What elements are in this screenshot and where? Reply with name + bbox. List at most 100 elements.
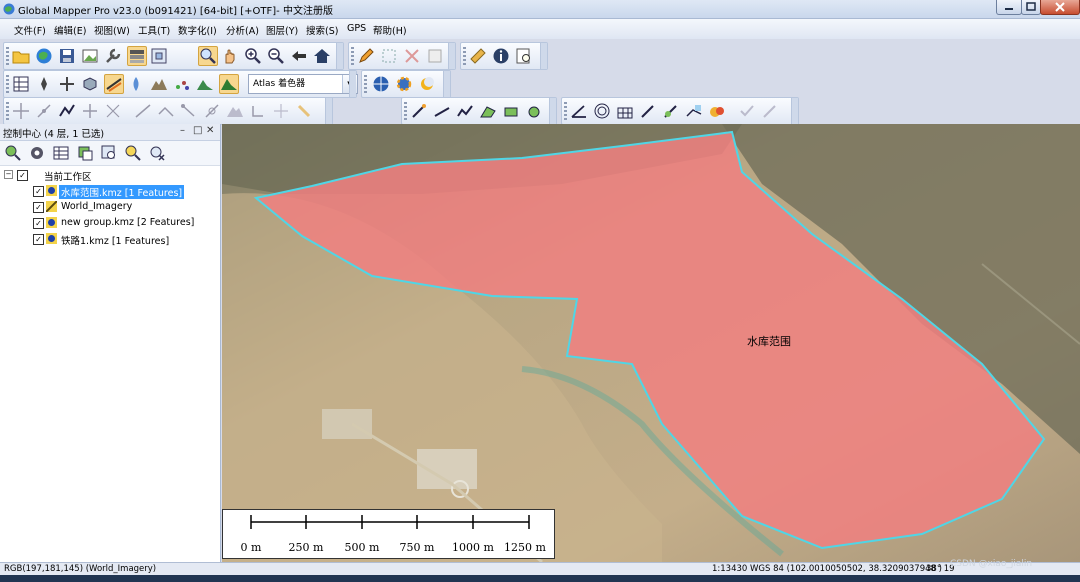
online-data-globe-icon[interactable] xyxy=(372,75,390,93)
shader-select[interactable]: Atlas 着色器 ▼ xyxy=(248,74,358,94)
node-edit-icon[interactable] xyxy=(203,102,221,120)
draw-polyline-icon[interactable] xyxy=(456,102,474,120)
draw-point-icon[interactable] xyxy=(410,102,428,120)
check-edit-icon[interactable] xyxy=(738,102,756,120)
restore-button[interactable] xyxy=(1021,0,1041,15)
lidar-icon[interactable] xyxy=(173,75,191,93)
rotate-icon[interactable] xyxy=(272,102,290,120)
move-vertex-icon[interactable] xyxy=(12,102,30,120)
toolbar-overflow[interactable] xyxy=(349,71,356,97)
menu-layer[interactable]: 图层(Y) xyxy=(266,23,298,37)
layer-checkbox[interactable]: ✓ xyxy=(33,202,44,213)
toolbar-overflow[interactable] xyxy=(791,98,798,124)
edit-line-icon[interactable] xyxy=(58,102,76,120)
properties-icon[interactable] xyxy=(426,47,444,65)
overview-map-icon[interactable] xyxy=(150,47,168,65)
draw-area-icon[interactable] xyxy=(479,102,497,120)
reshape-icon[interactable] xyxy=(180,102,198,120)
layer-row[interactable]: ✓ new group.kmz [2 Features] xyxy=(30,216,220,231)
menu-help[interactable]: 帮助(H) xyxy=(373,23,407,37)
attribute-edit-icon[interactable] xyxy=(761,102,779,120)
shader-icon[interactable] xyxy=(219,74,239,94)
map-view[interactable]: 水库范围 xyxy=(222,124,1080,562)
close-layer-icon[interactable] xyxy=(148,144,166,162)
layer-checkbox[interactable]: ✓ xyxy=(33,234,44,245)
layer-row[interactable]: ✓ World_Imagery xyxy=(30,200,220,215)
root-checkbox[interactable]: ✓ xyxy=(17,170,28,181)
crosshair-icon[interactable] xyxy=(81,102,99,120)
add-layer-icon[interactable] xyxy=(76,144,94,162)
menu-edit[interactable]: 编辑(E) xyxy=(54,23,86,37)
feature-label-icon[interactable] xyxy=(708,102,726,120)
menu-analysis[interactable]: 分析(A) xyxy=(226,23,259,37)
mountain-icon[interactable] xyxy=(226,102,244,120)
menu-digitize[interactable]: 数字化(I) xyxy=(178,23,217,37)
toolbar-grip[interactable] xyxy=(564,102,567,120)
wrench-icon[interactable] xyxy=(104,47,122,65)
toolbar-grip[interactable] xyxy=(6,102,9,120)
zoom-box-icon[interactable] xyxy=(198,46,218,66)
tree-root[interactable]: − ✓ 当前工作区 xyxy=(4,168,204,183)
toolbar-overflow[interactable] xyxy=(540,43,547,69)
toolbar-grip[interactable] xyxy=(404,102,407,120)
buffer-icon[interactable] xyxy=(662,102,680,120)
zoom-in-icon[interactable] xyxy=(244,47,262,65)
toolbar-grip[interactable] xyxy=(6,47,9,65)
toolbar-overflow[interactable] xyxy=(443,71,450,97)
menu-file[interactable]: 文件(F) xyxy=(14,23,46,37)
delete-x-icon[interactable] xyxy=(403,47,421,65)
layer-row[interactable]: ✓ 铁路1.kmz [1 Features] xyxy=(30,232,220,247)
zoom-out-icon[interactable] xyxy=(267,47,285,65)
elevation-icon[interactable] xyxy=(196,75,214,93)
add-vertex-icon[interactable] xyxy=(35,102,53,120)
measure-angle-icon[interactable] xyxy=(570,102,588,120)
3d-view-icon[interactable] xyxy=(81,75,99,93)
draw-circle-icon[interactable] xyxy=(525,102,543,120)
draw-line-icon[interactable] xyxy=(433,102,451,120)
join-line-icon[interactable] xyxy=(157,102,175,120)
toolbar-grip[interactable] xyxy=(351,47,354,65)
map-canvas[interactable]: 水库范围 xyxy=(222,124,1080,562)
snap-icon[interactable] xyxy=(104,102,122,120)
save-icon[interactable] xyxy=(58,47,76,65)
toolbar-overflow[interactable] xyxy=(336,43,343,69)
toolbar-overflow[interactable] xyxy=(325,98,332,124)
pan-hand-icon[interactable] xyxy=(221,47,239,65)
daylight-icon[interactable] xyxy=(418,75,436,93)
globe-icon[interactable] xyxy=(35,47,53,65)
layer-search-icon[interactable] xyxy=(100,144,118,162)
contour-icon[interactable] xyxy=(104,74,124,94)
split-line-icon[interactable] xyxy=(134,102,152,120)
zoom-to-layer-icon[interactable] xyxy=(4,144,22,162)
grid-create-icon[interactable] xyxy=(616,102,634,120)
menu-tools[interactable]: 工具(T) xyxy=(138,23,170,37)
scale-feature-icon[interactable] xyxy=(295,102,313,120)
panel-maximize-icon[interactable]: □ xyxy=(193,125,202,136)
close-button[interactable] xyxy=(1040,0,1080,15)
attribute-table-icon[interactable] xyxy=(52,144,70,162)
open-folder-icon[interactable] xyxy=(12,47,30,65)
options-icon[interactable] xyxy=(28,144,46,162)
menu-view[interactable]: 视图(W) xyxy=(94,23,130,37)
toolbar-overflow[interactable] xyxy=(448,43,455,69)
toolbar-grip[interactable] xyxy=(6,75,9,93)
home-icon[interactable] xyxy=(313,47,331,65)
grid-view-icon[interactable] xyxy=(12,75,30,93)
toolbar-overflow[interactable] xyxy=(549,98,556,124)
menu-search[interactable]: 搜索(S) xyxy=(306,23,338,37)
collapse-icon[interactable]: − xyxy=(4,170,13,179)
layer-control-icon[interactable] xyxy=(127,46,147,66)
watershed-icon[interactable] xyxy=(127,75,145,93)
minimize-button[interactable] xyxy=(996,0,1022,15)
pencil-icon[interactable] xyxy=(357,47,375,65)
toolbar-grip[interactable] xyxy=(463,47,466,65)
settings-gear-icon[interactable] xyxy=(395,75,413,93)
terrain-icon[interactable] xyxy=(150,75,168,93)
panel-minimize-icon[interactable]: – xyxy=(180,125,185,136)
find-icon[interactable] xyxy=(515,47,533,65)
ruler-icon[interactable] xyxy=(469,47,487,65)
layer-checkbox[interactable]: ✓ xyxy=(33,218,44,229)
back-arrow-icon[interactable] xyxy=(290,47,308,65)
range-ring-icon[interactable] xyxy=(593,102,611,120)
trace-icon[interactable] xyxy=(685,102,703,120)
